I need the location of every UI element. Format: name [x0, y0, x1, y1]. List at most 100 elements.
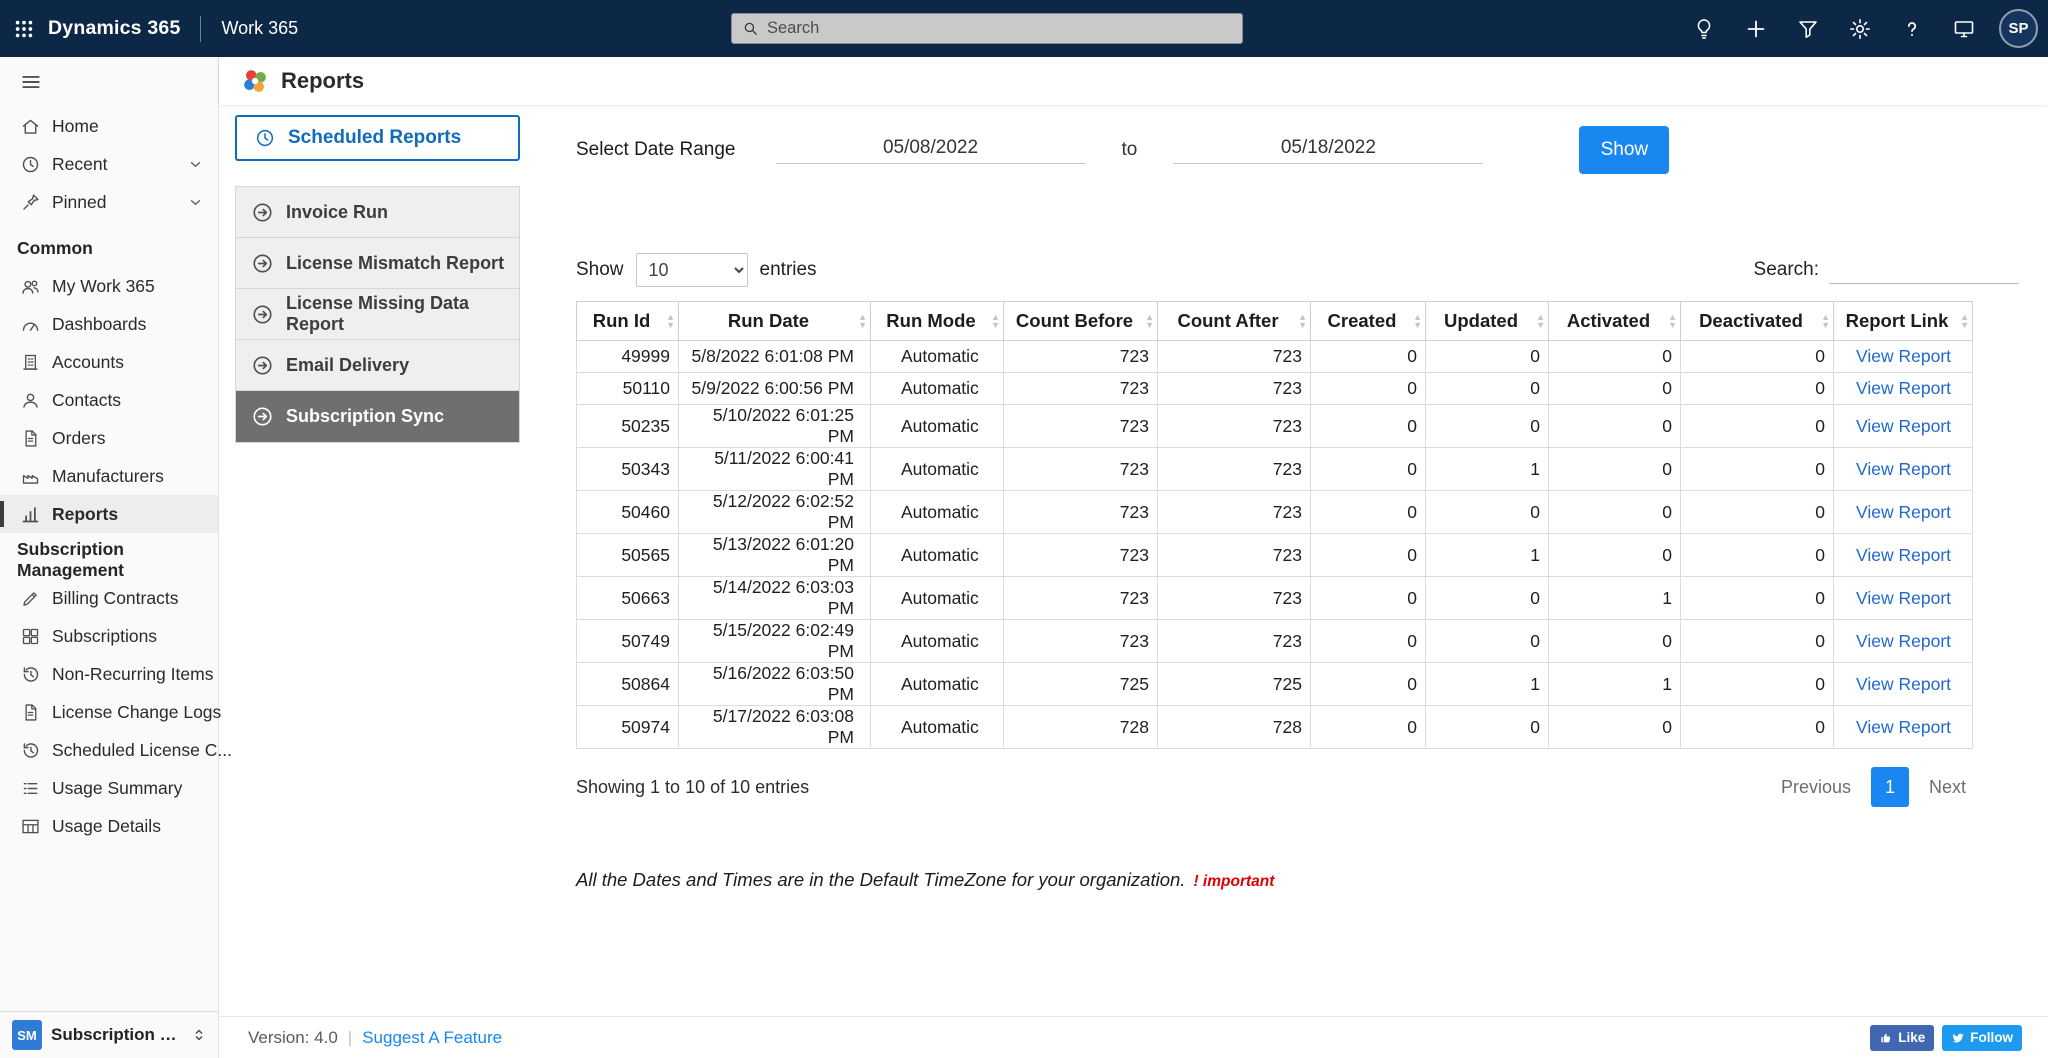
sidebar-item-my-work-365[interactable]: My Work 365 — [0, 267, 218, 305]
session-button[interactable] — [1943, 0, 1985, 57]
date-to-input[interactable] — [1173, 136, 1484, 164]
arrow-circle-icon — [251, 354, 274, 377]
sidebar-item-contacts[interactable]: Contacts — [0, 381, 218, 419]
view-report-link[interactable]: View Report — [1856, 378, 1951, 398]
sidebar-item-billing-contracts[interactable]: Billing Contracts — [0, 579, 218, 617]
sidebar-item-home[interactable]: Home — [0, 107, 218, 145]
column-header-run-date[interactable]: Run Date ▲ ▼ — [678, 301, 871, 341]
column-header-deactivated[interactable]: Deactivated ▲ ▼ — [1680, 301, 1834, 341]
suggest-feature-link[interactable]: Suggest A Feature — [362, 1028, 502, 1048]
insights-button[interactable] — [1683, 0, 1725, 57]
view-report-link[interactable]: View Report — [1856, 545, 1951, 565]
environment-name[interactable]: Work 365 — [200, 15, 298, 42]
table-row: 50749 5/15/2022 6:02:49 PM Automatic 723 723… — [576, 619, 1973, 663]
search-input[interactable] — [767, 19, 1232, 38]
area-switcher[interactable]: SM Subscription Man... — [0, 1011, 218, 1058]
settings-button[interactable] — [1839, 0, 1881, 57]
sidebar-item-usage-details[interactable]: Usage Details — [0, 807, 218, 845]
sidebar-item-usage-summary[interactable]: Usage Summary — [0, 769, 218, 807]
page-size-select[interactable]: 10 — [635, 253, 748, 287]
sidebar-item-recent[interactable]: Recent — [0, 145, 218, 183]
arrow-circle-icon — [251, 201, 274, 224]
building-icon — [20, 352, 41, 373]
column-header-run-mode[interactable]: Run Mode ▲ ▼ — [870, 301, 1004, 341]
view-report-link[interactable]: View Report — [1856, 674, 1951, 694]
report-tab-email-delivery[interactable]: Email Delivery — [236, 340, 519, 391]
column-header-report-link[interactable]: Report Link ▲ ▼ — [1833, 301, 1973, 341]
area-label: Subscription Man... — [51, 1025, 181, 1044]
sidebar-item-subscriptions[interactable]: Subscriptions — [0, 617, 218, 655]
area-badge: SM — [12, 1020, 42, 1050]
sidebar-item-reports[interactable]: Reports — [0, 495, 218, 533]
sidebar-item-scheduled-license-c[interactable]: Scheduled License C... — [0, 731, 232, 769]
sidebar-item-non-recurring-items[interactable]: Non-Recurring Items — [0, 655, 218, 693]
report-tab-license-missing-data-report[interactable]: License Missing Data Report — [236, 289, 519, 340]
sidebar-item-manufacturers[interactable]: Manufacturers — [0, 457, 218, 495]
sidebar-item-accounts[interactable]: Accounts — [0, 343, 218, 381]
doc-icon — [20, 428, 41, 449]
next-page-button[interactable]: Next — [1923, 769, 1972, 806]
thumbs-up-icon — [1879, 1031, 1893, 1045]
column-header-run-id[interactable]: Run Id ▲ ▼ — [576, 301, 679, 341]
table-search-input[interactable] — [1829, 256, 2019, 284]
sort-icon: ▲ ▼ — [1821, 312, 1830, 330]
report-type-nav: Scheduled Reports Invoice Run License Mis… — [235, 115, 520, 1016]
gauge-icon — [20, 314, 41, 335]
app-name[interactable]: Dynamics 365 — [48, 17, 180, 40]
column-header-updated[interactable]: Updated ▲ ▼ — [1425, 301, 1549, 341]
table-footer: Showing 1 to 10 of 10 entries Previous 1… — [576, 767, 1972, 807]
sidebar-item-license-change-logs[interactable]: License Change Logs — [0, 693, 221, 731]
previous-page-button[interactable]: Previous — [1775, 769, 1857, 806]
topbar-actions: SP — [1683, 0, 2038, 57]
twitter-follow-button[interactable]: Follow — [1942, 1024, 2022, 1051]
entries-summary: Showing 1 to 10 of 10 entries — [576, 776, 810, 797]
report-tab-license-mismatch-report[interactable]: License Mismatch Report — [236, 238, 519, 289]
grid-icon — [20, 626, 41, 647]
page-1-button[interactable]: 1 — [1870, 767, 1909, 807]
filter-button[interactable] — [1787, 0, 1829, 57]
report-tab-scheduled-reports[interactable]: Scheduled Reports — [235, 115, 520, 161]
user-avatar[interactable]: SP — [1999, 9, 2038, 48]
global-search-box[interactable] — [731, 13, 1243, 44]
view-report-link[interactable]: View Report — [1856, 631, 1951, 651]
report-tab-subscription-sync[interactable]: Subscription Sync — [236, 391, 519, 442]
factory-icon — [20, 466, 41, 487]
view-report-link[interactable]: View Report — [1856, 459, 1951, 479]
sidebar-item-orders[interactable]: Orders — [0, 419, 218, 457]
table-row: 50974 5/17/2022 6:03:08 PM Automatic 728 728… — [576, 705, 1973, 749]
view-report-link[interactable]: View Report — [1856, 717, 1951, 737]
important-flag: ! important — [1193, 873, 1275, 890]
sidebar-collapse-button[interactable] — [0, 57, 218, 107]
sidebar-item-pinned[interactable]: Pinned — [0, 183, 218, 221]
column-header-activated[interactable]: Activated ▲ ▼ — [1548, 301, 1681, 341]
quick-create-button[interactable] — [1735, 0, 1777, 57]
view-report-link[interactable]: View Report — [1856, 346, 1951, 366]
table-row: 50565 5/13/2022 6:01:20 PM Automatic 723 723… — [576, 533, 1973, 577]
report-tab-invoice-run[interactable]: Invoice Run — [236, 187, 519, 238]
view-report-link[interactable]: View Report — [1856, 588, 1951, 608]
view-report-link[interactable]: View Report — [1856, 502, 1951, 522]
sidebar-item-dashboards[interactable]: Dashboards — [0, 305, 218, 343]
column-header-count-before[interactable]: Count Before ▲ ▼ — [1003, 301, 1158, 341]
sidebar-section-title: Subscription Management — [17, 539, 124, 580]
sort-icon: ▲ ▼ — [1145, 312, 1154, 330]
chevron-updown-icon[interactable] — [190, 1026, 208, 1044]
column-header-count-after[interactable]: Count After ▲ ▼ — [1157, 301, 1311, 341]
person-icon — [20, 390, 41, 411]
chart-icon — [20, 504, 41, 525]
pen-icon — [20, 588, 41, 609]
timezone-note: All the Dates and Times are in the Defau… — [576, 869, 1275, 890]
show-button[interactable]: Show — [1579, 126, 1670, 174]
date-from-input[interactable] — [775, 136, 1086, 164]
arrow-circle-icon — [251, 405, 274, 428]
app-launcher-button[interactable] — [0, 0, 48, 57]
main-area: Reports Scheduled Reports Invoice Run Lic… — [219, 57, 2048, 1058]
facebook-like-button[interactable]: Like — [1870, 1024, 1935, 1051]
help-button[interactable] — [1891, 0, 1933, 57]
table-search: Search: — [1754, 256, 2019, 284]
view-report-link[interactable]: View Report — [1856, 416, 1951, 436]
sidebar-sections: Common My Work 365 Dashboards Accounts Conta… — [0, 221, 232, 845]
column-header-created[interactable]: Created ▲ ▼ — [1310, 301, 1426, 341]
lightbulb-icon — [1692, 17, 1716, 41]
social-buttons: Like Follow — [1870, 1024, 2022, 1051]
